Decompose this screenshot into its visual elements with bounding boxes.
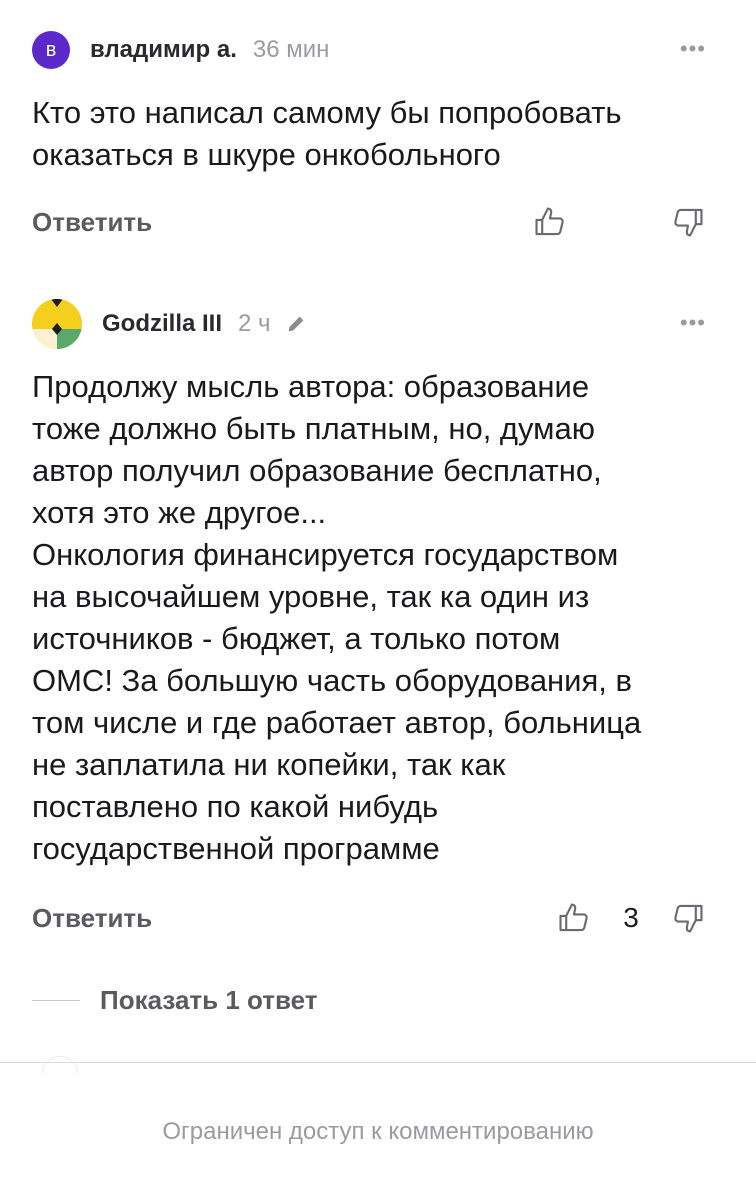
comment-line: ОМС! За большую часть оборудования, в bbox=[32, 663, 632, 698]
comment-text: Кто это написал самому бы попробовать ок… bbox=[32, 92, 722, 176]
comment-line: оказаться в шкуре онкобольного bbox=[32, 137, 501, 172]
avatar-letter: в bbox=[45, 38, 57, 61]
comment-text: Продолжу мысль автора: образование тоже … bbox=[32, 366, 722, 870]
like-count: 3 bbox=[623, 902, 639, 933]
comment-line: на высочайшем уровне, так ка один из bbox=[32, 579, 590, 614]
comments-restricted-notice: Ограничен доступ к комментированию bbox=[162, 1118, 594, 1145]
more-dots-icon[interactable]: ••• bbox=[680, 36, 706, 62]
show-replies-button[interactable]: Показать 1 ответ bbox=[32, 985, 317, 1016]
comment-time: 36 мин bbox=[252, 36, 330, 63]
comment-actions: Ответить bbox=[32, 202, 708, 242]
comment-header: в владимир а. 36 мин bbox=[32, 22, 329, 78]
avatar[interactable]: в bbox=[32, 31, 70, 69]
comment-line: Онкология финансируется государством bbox=[32, 537, 619, 572]
more-dots-icon[interactable]: ••• bbox=[680, 310, 706, 336]
avatar-image bbox=[32, 299, 82, 349]
comment-line: Кто это написал самому бы попробовать bbox=[32, 95, 622, 130]
comment-header: Godzilla III 2 ч bbox=[32, 296, 307, 352]
reply-button[interactable]: Ответить bbox=[32, 207, 530, 238]
comment-line: хотя это же другое... bbox=[32, 495, 327, 530]
pencil-icon bbox=[285, 313, 307, 335]
comment-line: тоже должно быть платным, но, думаю bbox=[32, 411, 595, 446]
thumbs-down-icon[interactable] bbox=[668, 202, 708, 242]
comment-line: том числе и где работает автор, больница bbox=[32, 705, 642, 740]
author-name[interactable]: Godzilla III bbox=[102, 310, 222, 338]
comment-actions: Ответить 3 bbox=[32, 898, 708, 938]
replies-divider-line bbox=[32, 1000, 80, 1001]
author-name[interactable]: владимир а. bbox=[90, 36, 237, 64]
show-replies-label: Показать 1 ответ bbox=[100, 985, 318, 1015]
comment-line: Продолжу мысль автора: образование bbox=[32, 369, 590, 404]
reply-button[interactable]: Ответить bbox=[32, 903, 554, 934]
avatar bbox=[42, 1056, 78, 1073]
comment-line: не заплатила ни копейки, так как bbox=[32, 747, 506, 782]
thumbs-down-icon[interactable] bbox=[668, 898, 708, 938]
comment-line: государственной программе bbox=[32, 831, 440, 866]
thumbs-up-icon[interactable] bbox=[530, 202, 570, 242]
comment-line: автор получил образование бесплатно, bbox=[32, 453, 602, 488]
comment-line: поставлено по какой нибудь bbox=[32, 789, 439, 824]
comment-time: 2 ч bbox=[238, 310, 271, 337]
divider bbox=[0, 1062, 756, 1063]
thumbs-up-icon[interactable] bbox=[554, 898, 594, 938]
avatar[interactable] bbox=[32, 299, 82, 349]
comment-line: источников - бюджет, а только потом bbox=[32, 621, 561, 656]
